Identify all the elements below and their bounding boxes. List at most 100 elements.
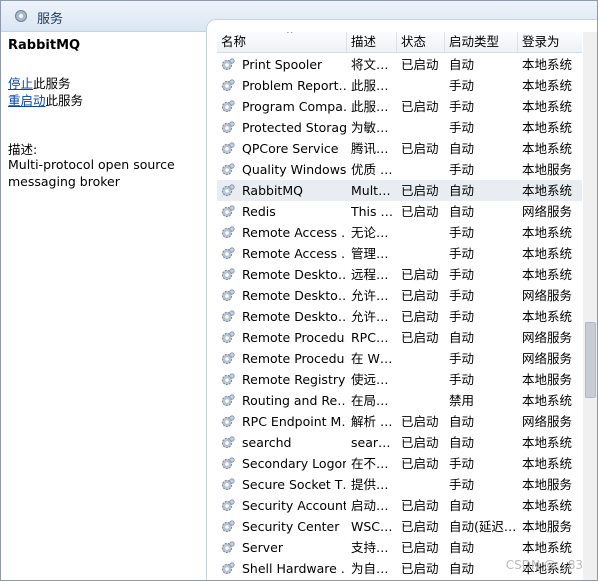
cell-name: Remote Access … — [242, 246, 346, 261]
cell-description: RPC… — [351, 330, 389, 345]
table-row[interactable]: Remote Procedu… 在 W… 手动 网络服务 — [217, 348, 582, 369]
cell-logon-as: 本地服务 — [522, 162, 573, 177]
cell-logon-as: 本地系统 — [522, 393, 573, 408]
table-row[interactable]: Remote Deskto… 远程… 已启动 手动 本地系统 — [217, 264, 582, 285]
table-row[interactable]: Remote Access … 管理… 手动 本地系统 — [217, 243, 582, 264]
service-gear-icon — [221, 436, 235, 449]
cell-status: 已启动 — [401, 57, 439, 72]
service-gear-icon — [221, 79, 235, 92]
cell-startup-type: 自动 — [449, 183, 475, 198]
cell-status: 已启动 — [401, 141, 439, 156]
cell-status — [401, 75, 445, 96]
cell-name: searchd — [242, 435, 292, 450]
cell-status — [401, 159, 445, 180]
table-row[interactable]: Secondary Logon 在不… 已启动 手动 本地系统 — [217, 453, 582, 474]
service-gear-icon — [221, 100, 235, 113]
services-window: 服务 RabbitMQ 停止此服务 重启动此服务 描述: Multi-proto… — [0, 0, 598, 581]
cell-name: RabbitMQ — [242, 183, 303, 198]
watermark: CSDN @…83 — [505, 558, 583, 572]
cell-description: 使远… — [351, 372, 389, 387]
description-text: Multi-protocol open source messaging bro… — [8, 157, 175, 189]
table-row[interactable]: Remote Procedu… RPC… 已启动 自动 网络服务 — [217, 327, 582, 348]
cell-startup-type: 手动 — [449, 78, 475, 93]
vertical-scrollbar[interactable] — [583, 32, 597, 580]
stop-link[interactable]: 停止 — [8, 76, 33, 91]
cell-startup-type: 手动 — [449, 456, 475, 471]
cell-description: 支持… — [351, 540, 389, 555]
cell-description: 允许… — [351, 309, 389, 324]
service-gear-icon — [221, 268, 235, 281]
table-row[interactable]: Security Account… 启动… 已启动自动 本地系统 — [217, 495, 582, 516]
cell-logon-as: 本地系统 — [522, 498, 573, 513]
service-gear-icon — [221, 142, 235, 155]
cell-status — [401, 348, 445, 369]
cell-logon-as: 本地服务 — [522, 519, 573, 534]
cell-description: 腾讯… — [351, 141, 389, 156]
table-row[interactable]: Security Center WSC… 已启动 自动(延迟… 本地服务 — [217, 516, 582, 537]
cell-description: 在局… — [351, 393, 389, 408]
table-row[interactable]: Remote Deskto… 允许… 已启动 手动 本地系统 — [217, 306, 582, 327]
cell-status — [401, 390, 445, 411]
table-row[interactable]: Print Spooler 将文… 已启动 自动 本地系统 — [217, 54, 582, 75]
cell-status: 已启动 — [401, 204, 439, 219]
table-row[interactable]: Remote Access … 无论… 手动 本地系统 — [217, 222, 582, 243]
restart-link[interactable]: 重启动 — [8, 93, 46, 108]
table-row[interactable]: Program Compa… 此服… 已启动 手动 本地系统 — [217, 96, 582, 117]
cell-startup-type: 手动 — [449, 162, 475, 177]
cell-startup-type: 自动 — [449, 330, 475, 345]
service-gear-icon — [221, 205, 235, 218]
cell-logon-as: 本地系统 — [522, 120, 573, 135]
cell-name: Server — [242, 540, 283, 555]
service-gear-icon — [221, 163, 235, 176]
cell-logon-as: 本地系统 — [522, 57, 573, 72]
table-row[interactable]: Remote Registry 使远… 手动 本地服务 — [217, 369, 582, 390]
cell-startup-type: 手动 — [449, 288, 475, 303]
column-header-logon-as[interactable]: 登录为 — [518, 32, 582, 52]
table-row[interactable]: Remote Deskto… 允许… 已启动 手动 网络服务 — [217, 285, 582, 306]
cell-status: 已启动 — [401, 498, 439, 513]
cell-status: 已启动 — [401, 561, 439, 576]
cell-startup-type: 自动 — [449, 141, 475, 156]
table-row[interactable]: Problem Report… 此服… 手动 本地系统 — [217, 75, 582, 96]
cell-startup-type: 手动 — [449, 351, 475, 366]
cell-name: Secure Socket T… — [242, 477, 346, 492]
cell-status — [401, 222, 445, 243]
table-row[interactable]: Quality Windows… 优质 … 手动 本地服务 — [217, 159, 582, 180]
cell-status: 已启动 — [401, 519, 439, 534]
column-header-name[interactable]: 名称 ^ — [217, 32, 347, 52]
cell-logon-as: 本地系统 — [522, 183, 573, 198]
cell-description: This … — [351, 204, 394, 219]
table-row[interactable]: Routing and Re… 在局… 禁用 本地系统 — [217, 390, 582, 411]
cell-status: 已启动 — [401, 183, 439, 198]
services-list-panel: 名称 ^ 描述 状态 启动类型 登录为 Print Spooler 将文… 已启动自… — [206, 19, 597, 580]
window-title: 服务 — [37, 12, 64, 27]
cell-startup-type: 自动 — [449, 204, 475, 219]
table-row[interactable]: RabbitMQ Mult… 已启动 自动 本地系统 — [217, 180, 582, 201]
cell-status: 已启动 — [401, 540, 439, 555]
table-row[interactable]: Secure Socket T… 提供… 手动 本地服务 — [217, 474, 582, 495]
cell-logon-as: 本地系统 — [522, 267, 573, 282]
cell-description: sear… — [351, 435, 391, 450]
table-row[interactable]: QPCore Service 腾讯… 已启动 自动 本地系统 — [217, 138, 582, 159]
cell-logon-as: 本地系统 — [522, 141, 573, 156]
cell-startup-type: 自动 — [449, 540, 475, 555]
cell-startup-type: 手动 — [449, 99, 475, 114]
cell-status: 已启动 — [401, 99, 439, 114]
table-row[interactable]: RPC Endpoint M… 解析 … 已启动 自动 网络服务 — [217, 411, 582, 432]
cell-name: Remote Procedu… — [242, 351, 346, 366]
cell-status — [401, 474, 445, 495]
cell-logon-as: 本地服务 — [522, 477, 573, 492]
cell-startup-type: 手动 — [449, 120, 475, 135]
cell-logon-as: 网络服务 — [522, 330, 573, 345]
scrollbar-thumb[interactable] — [585, 322, 596, 398]
table-row[interactable]: Redis This … 已启动 自动 网络服务 — [217, 201, 582, 222]
table-row[interactable]: searchd sear… 已启动 自动 本地系统 — [217, 432, 582, 453]
service-gear-icon — [221, 520, 235, 533]
service-gear-icon — [221, 184, 235, 197]
cell-description: 远程… — [351, 267, 389, 282]
column-header-status[interactable]: 状态 — [397, 32, 445, 52]
column-header-description[interactable]: 描述 — [347, 32, 397, 52]
table-row[interactable]: Protected Storage 为敏… 手动 本地系统 — [217, 117, 582, 138]
table-row[interactable]: Server 支持… 已启动 自动 本地系统 — [217, 537, 582, 558]
column-header-startup-type[interactable]: 启动类型 — [445, 32, 518, 52]
